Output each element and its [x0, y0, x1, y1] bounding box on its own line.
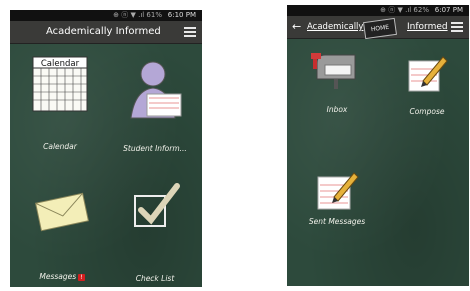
phone-screen-main: ⊕ ⓝ ▼ .ıl 61% 6:10 PM Academically Infor…	[10, 10, 202, 287]
tile-inbox[interactable]: Inbox	[297, 53, 377, 114]
status-bar: ⊕ ⓝ ▼ .ıl 61% 6:10 PM	[10, 10, 202, 21]
messages-label: Messages!	[39, 272, 85, 281]
status-indicators: ⊕ ⓝ ▼ .ıl 62%	[380, 6, 429, 14]
student-icon	[130, 61, 182, 119]
calendar-icon: Calendar	[32, 56, 88, 112]
menu-icon[interactable]	[451, 22, 463, 32]
app-title: Academically Informed	[46, 26, 161, 37]
calendar-label: Calendar	[43, 142, 77, 151]
mailbox-icon	[311, 53, 356, 89]
title-right: Informed	[407, 22, 448, 32]
menu-icon[interactable]	[184, 27, 196, 37]
tile-student-information[interactable]: Student Inform...	[110, 60, 200, 153]
checklist-label: Check List	[135, 274, 175, 283]
tile-check-list[interactable]: Check List	[120, 182, 190, 283]
envelope-icon	[35, 192, 89, 232]
status-indicators: ⊕ ⓝ ▼ .ıl 61%	[113, 11, 162, 19]
compose-icon	[408, 56, 448, 92]
tile-calendar[interactable]: Calendar Calendar	[30, 56, 90, 151]
messages-badge: !	[78, 274, 85, 281]
title-bar: ← Academically HOME Informed	[287, 16, 469, 40]
compose-label: Compose	[409, 107, 445, 116]
checklist-icon	[134, 183, 180, 227]
student-label: Student Inform...	[123, 144, 187, 153]
home-button[interactable]: HOME	[362, 17, 398, 40]
phone-screen-messages: ⊕ ⓝ ▼ .ıl 62% 6:07 PM ← Academically HOM…	[287, 5, 469, 286]
back-arrow-icon[interactable]: ←	[292, 16, 301, 38]
title-left: Academically	[307, 22, 364, 32]
status-bar: ⊕ ⓝ ▼ .ıl 62% 6:07 PM	[287, 5, 469, 16]
inbox-label: Inbox	[326, 105, 348, 114]
status-time: 6:07 PM	[434, 6, 463, 14]
svg-text:Calendar: Calendar	[41, 59, 80, 69]
sent-icon	[317, 172, 359, 210]
title-bar: Academically Informed	[10, 21, 202, 44]
sent-messages-label: Sent Messages	[308, 217, 366, 226]
tile-sent-messages[interactable]: Sent Messages	[297, 167, 377, 226]
tile-messages[interactable]: Messages!	[26, 190, 98, 281]
status-time: 6:10 PM	[167, 11, 196, 19]
tile-compose[interactable]: Compose	[392, 53, 462, 116]
